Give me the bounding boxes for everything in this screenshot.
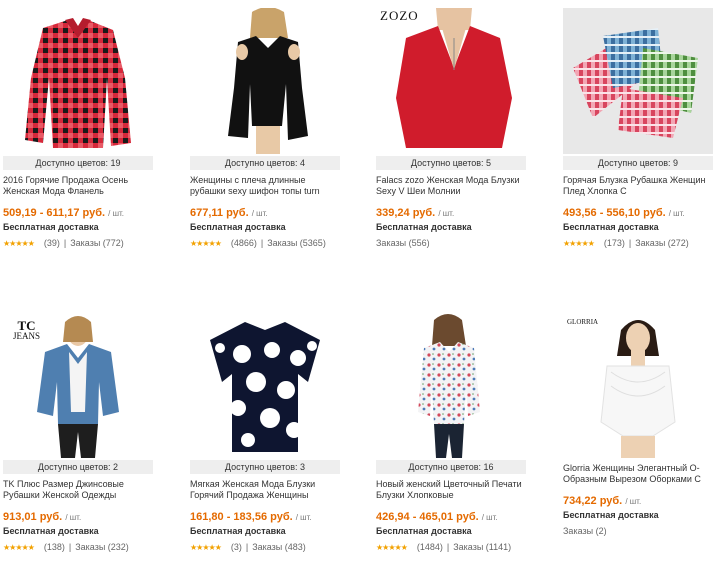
review-count[interactable]: (4866) — [231, 238, 257, 248]
product-card[interactable]: Доступно цветов: 16 Новый женский Цветоч… — [376, 312, 526, 552]
rating-stars-icon: ★★★★★ — [3, 238, 35, 248]
rating-row: ★★★★★ (3) | Заказы (483) — [190, 542, 306, 552]
order-count: Заказы (483) — [252, 542, 306, 552]
order-count: Заказы (232) — [75, 542, 129, 552]
shipping-label: Бесплатная доставка — [3, 526, 99, 536]
product-image[interactable] — [376, 312, 526, 458]
product-title[interactable]: Falacs zozo Женская Мода Блузки Sexy V Ш… — [376, 175, 526, 199]
product-image[interactable] — [190, 8, 340, 154]
product-price: 734,22 руб. / шт. — [563, 495, 642, 507]
rating-stars-icon: ★★★★★ — [563, 238, 595, 248]
rating-stars-icon: ★★★★★ — [376, 542, 408, 552]
available-colors: Доступно цветов: 5 — [376, 156, 526, 170]
order-count: Заказы (2) — [563, 526, 607, 536]
product-title[interactable]: Женщины с плеча длинные рубашки sexy шиф… — [190, 175, 340, 199]
available-colors: Доступно цветов: 4 — [190, 156, 340, 170]
product-image[interactable] — [3, 8, 153, 154]
product-price: 493,56 - 556,10 руб. / шт. — [563, 207, 685, 219]
product-card[interactable]: Доступно цветов: 3 Мягкая Женская Мода Б… — [190, 312, 340, 552]
product-card[interactable]: Доступно цветов: 9 Горячая Блузка Рубашк… — [563, 8, 713, 248]
review-count[interactable]: (1484) — [417, 542, 443, 552]
product-image[interactable] — [190, 312, 340, 458]
rating-stars-icon: ★★★★★ — [3, 542, 35, 552]
review-count[interactable]: (39) — [44, 238, 60, 248]
product-title[interactable]: 2016 Горячие Продажа Осень Женская Мода … — [3, 175, 153, 199]
rating-row: ★★★★★ (4866) | Заказы (5365) — [190, 238, 326, 248]
product-card[interactable]: ZOZO Доступно цветов: 5 Falacs zozo Женс… — [376, 8, 526, 248]
product-price: 677,11 руб. / шт. — [190, 207, 268, 219]
product-title[interactable]: TK Плюс Размер Джинсовые Рубашки Женской… — [3, 479, 153, 503]
available-colors: Доступно цветов: 16 — [376, 460, 526, 474]
product-card[interactable]: TC JEANS Доступно цветов: 2 TK Плюс Разм… — [3, 312, 153, 552]
product-title[interactable]: Горячая Блузка Рубашка Женщин Плед Хлопк… — [563, 175, 713, 199]
product-title[interactable]: Glorria Женщины Элегантный O-Образным Вы… — [563, 463, 713, 487]
review-count[interactable]: (173) — [604, 238, 625, 248]
available-colors: Доступно цветов: 3 — [190, 460, 340, 474]
order-count: Заказы (5365) — [267, 238, 326, 248]
product-title[interactable]: Мягкая Женская Мода Блузки Горячий Прода… — [190, 479, 340, 503]
available-colors: Доступно цветов: 19 — [3, 156, 153, 170]
order-count: Заказы (272) — [635, 238, 689, 248]
product-price: 161,80 - 183,56 руб. / шт. — [190, 511, 312, 523]
shipping-label: Бесплатная доставка — [190, 526, 286, 536]
product-card[interactable]: Доступно цветов: 4 Женщины с плеча длинн… — [190, 8, 340, 248]
shipping-label: Бесплатная доставка — [376, 526, 472, 536]
brand-logo-text: TC — [17, 318, 36, 333]
shipping-label: Бесплатная доставка — [563, 510, 659, 520]
brand-logo: TC JEANS — [13, 318, 41, 342]
rating-stars-icon: ★★★★★ — [190, 542, 222, 552]
shipping-label: Бесплатная доставка — [190, 222, 286, 232]
product-price: 509,19 - 611,17 руб. / шт. — [3, 207, 124, 219]
brand-logo: ZOZO — [380, 8, 419, 23]
order-count: Заказы (772) — [70, 238, 124, 248]
product-title[interactable]: Новый женский Цветочный Печати Блузки Хл… — [376, 479, 526, 503]
product-image[interactable]: ZOZO — [376, 8, 526, 154]
order-count: Заказы (1141) — [453, 542, 512, 552]
brand-logo-subtext: JEANS — [13, 331, 41, 341]
product-image[interactable]: TC JEANS — [3, 312, 153, 458]
available-colors: Доступно цветов: 2 — [3, 460, 153, 474]
review-count[interactable]: (138) — [44, 542, 65, 552]
product-image[interactable] — [563, 8, 713, 154]
rating-row: Заказы (2) — [563, 526, 713, 536]
rating-row: ★★★★★ (1484) | Заказы (1141) — [376, 542, 512, 552]
rating-row: ★★★★★ (138) | Заказы (232) — [3, 542, 129, 552]
rating-row: ★★★★★ (173) | Заказы (272) — [563, 238, 689, 248]
review-count[interactable]: (3) — [231, 542, 242, 552]
shipping-label: Бесплатная доставка — [3, 222, 99, 232]
product-price: 426,94 - 465,01 руб. / шт. — [376, 511, 498, 523]
product-price: 339,24 руб. / шт. — [376, 207, 455, 219]
product-card[interactable]: GLORRIA Glorria Женщины Элегантный O-Обр… — [563, 312, 713, 536]
order-count: Заказы (556) — [376, 238, 430, 248]
product-card[interactable]: Доступно цветов: 19 2016 Горячие Продажа… — [3, 8, 153, 248]
available-colors: Доступно цветов: 9 — [563, 156, 713, 170]
product-image[interactable]: GLORRIA — [563, 312, 713, 458]
shipping-label: Бесплатная доставка — [376, 222, 472, 232]
product-price: 913,01 руб. / шт. — [3, 511, 82, 523]
rating-row: ★★★★★ (39) | Заказы (772) — [3, 238, 124, 248]
brand-logo: GLORRIA — [567, 318, 599, 326]
rating-stars-icon: ★★★★★ — [190, 238, 222, 248]
rating-row: Заказы (556) — [376, 238, 526, 248]
shipping-label: Бесплатная доставка — [563, 222, 659, 232]
